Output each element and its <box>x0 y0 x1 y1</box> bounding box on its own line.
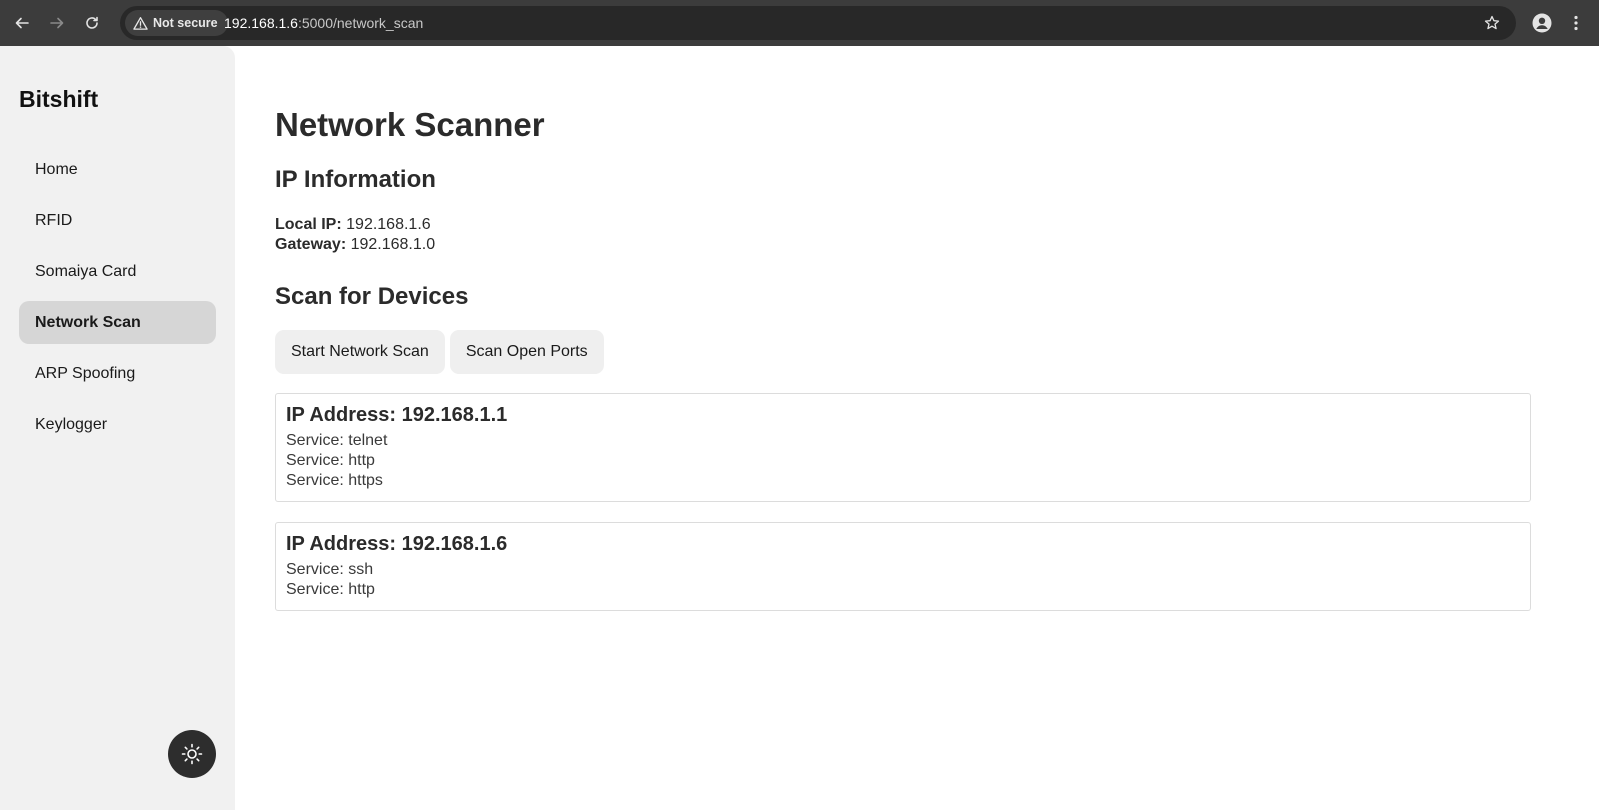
local-ip-value: 192.168.1.6 <box>346 216 431 233</box>
gateway-label: Gateway: <box>275 236 347 253</box>
arrow-right-icon <box>50 17 64 29</box>
local-ip-label: Local IP: <box>275 216 342 233</box>
sun-icon <box>181 743 203 765</box>
scan-actions: Start Network Scan Scan Open Ports <box>275 330 604 374</box>
more-vertical-icon <box>1574 15 1578 31</box>
reload-icon <box>86 16 98 29</box>
device-ip: IP Address: 192.168.1.1 <box>286 404 508 426</box>
sidebar-item-network-scan[interactable]: Network Scan <box>19 301 216 344</box>
scan-results: IP Address: 192.168.1.1 Service: telnet … <box>275 393 1531 631</box>
scan-open-ports-button[interactable]: Scan Open Ports <box>449 330 604 374</box>
sidebar-item-label: ARP Spoofing <box>35 364 136 382</box>
ip-info: Local IP: 192.168.1.6 Gateway: 192.168.1… <box>275 215 435 255</box>
scan-heading: Scan for Devices <box>275 283 469 310</box>
ip-info-heading: IP Information <box>275 166 436 193</box>
device-card: IP Address: 192.168.1.6 Service: ssh Ser… <box>275 522 1531 611</box>
warning-icon <box>133 16 148 30</box>
device-service: Service: https <box>286 472 383 489</box>
sidebar-nav: Home RFID Somaiya Card Network Scan ARP … <box>19 148 216 454</box>
local-ip-row: Local IP: 192.168.1.6 <box>275 215 435 235</box>
arrow-left-icon <box>15 17 29 29</box>
profile-icon <box>1532 13 1552 33</box>
sidebar-item-label: Somaiya Card <box>35 262 137 280</box>
profile-button[interactable] <box>1527 8 1557 38</box>
sidebar-item-somaiya-card[interactable]: Somaiya Card <box>19 250 216 293</box>
reload-button[interactable] <box>77 8 107 38</box>
forward-button[interactable] <box>42 8 72 38</box>
device-service: Service: http <box>286 581 375 598</box>
device-card: IP Address: 192.168.1.1 Service: telnet … <box>275 393 1531 502</box>
theme-toggle-button[interactable] <box>168 730 216 778</box>
security-indicator[interactable]: Not secure <box>125 10 228 36</box>
url-text[interactable]: 192.168.1.6:5000/network_scan <box>224 6 423 40</box>
back-button[interactable] <box>7 8 37 38</box>
sidebar-item-label: Network Scan <box>35 313 141 331</box>
sidebar: Bitshift Home RFID Somaiya Card Network … <box>0 46 235 810</box>
device-service: Service: telnet <box>286 432 388 449</box>
sidebar-item-label: RFID <box>35 211 73 229</box>
bookmark-button[interactable] <box>1482 13 1502 33</box>
gateway-row: Gateway: 192.168.1.0 <box>275 235 435 255</box>
start-network-scan-button[interactable]: Start Network Scan <box>275 330 445 374</box>
url-host: 192.168.1.6 <box>224 15 298 31</box>
device-service: Service: http <box>286 452 375 469</box>
device-ip: IP Address: 192.168.1.6 <box>286 533 508 555</box>
browser-toolbar: Not secure 192.168.1.6:5000/network_scan <box>0 0 1599 46</box>
sidebar-item-label: Home <box>35 160 78 178</box>
sidebar-item-label: Keylogger <box>35 415 108 433</box>
url-path: :5000/network_scan <box>297 15 424 31</box>
address-bar[interactable]: Not secure 192.168.1.6:5000/network_scan <box>120 6 1516 40</box>
sidebar-item-rfid[interactable]: RFID <box>19 199 216 242</box>
sidebar-item-keylogger[interactable]: Keylogger <box>19 403 216 446</box>
brand-logo[interactable]: Bitshift <box>19 86 98 113</box>
sidebar-item-arp-spoofing[interactable]: ARP Spoofing <box>19 352 216 395</box>
security-label: Not secure <box>153 16 218 30</box>
page-title: Network Scanner <box>275 106 545 143</box>
device-service: Service: ssh <box>286 561 374 578</box>
star-icon <box>1484 15 1500 30</box>
gateway-value: 192.168.1.0 <box>350 236 436 253</box>
browser-menu-button[interactable] <box>1564 8 1588 38</box>
sidebar-item-home[interactable]: Home <box>19 148 216 191</box>
